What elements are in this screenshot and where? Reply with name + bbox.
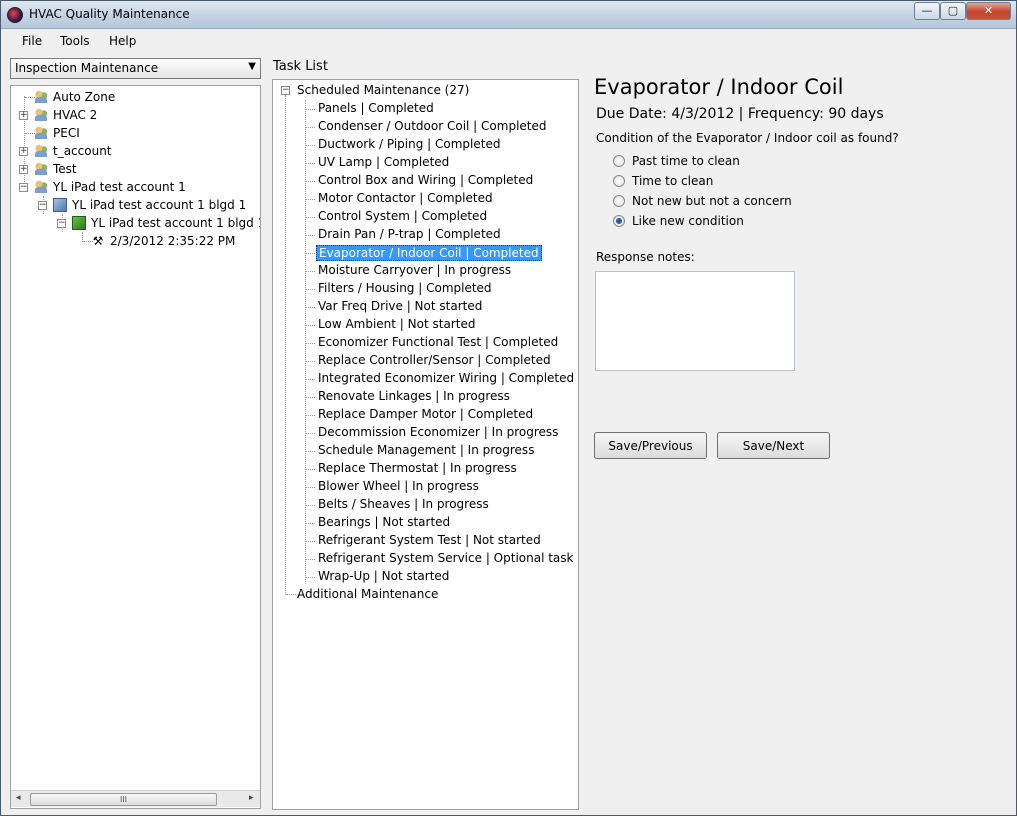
minimize-button[interactable]: — xyxy=(914,2,940,20)
save-previous-button[interactable]: Save/Previous xyxy=(594,432,707,459)
task-due-frequency: Due Date: 4/3/2012 | Frequency: 90 days xyxy=(596,106,884,122)
task-item[interactable]: Condenser / Outdoor Coil | Completed xyxy=(316,119,549,135)
people-icon xyxy=(34,162,48,176)
task-title: Evaporator / Indoor Coil xyxy=(594,75,844,99)
task-item[interactable]: Decommission Economizer | In progress xyxy=(316,425,560,441)
task-item[interactable]: Wrap-Up | Not started xyxy=(316,569,451,585)
tree-node-label[interactable]: PECI xyxy=(53,126,80,142)
menu-file[interactable]: File xyxy=(22,34,42,48)
response-notes-input[interactable] xyxy=(595,271,795,371)
task-item[interactable]: Low Ambient | Not started xyxy=(316,317,477,333)
task-item[interactable]: Replace Damper Motor | Completed xyxy=(316,407,535,423)
task-item[interactable]: Refrigerant System Test | Not started xyxy=(316,533,543,549)
radio-label: Like new condition xyxy=(632,214,744,228)
task-item[interactable]: Blower Wheel | In progress xyxy=(316,479,481,495)
task-item[interactable]: Var Freq Drive | Not started xyxy=(316,299,484,315)
mode-select[interactable]: Inspection Maintenance ▼ xyxy=(10,58,261,79)
task-item[interactable]: Control System | Completed xyxy=(316,209,489,225)
collapse-icon[interactable]: − xyxy=(38,201,47,210)
tree-node-label[interactable]: Test xyxy=(53,162,77,178)
chevron-down-icon: ▼ xyxy=(248,61,256,72)
task-item[interactable]: Panels | Completed xyxy=(316,101,436,117)
task-item[interactable]: Schedule Management | In progress xyxy=(316,443,536,459)
radio-button[interactable] xyxy=(613,155,625,167)
task-item[interactable]: Belts / Sheaves | In progress xyxy=(316,497,491,513)
radio-label: Past time to clean xyxy=(632,154,740,168)
task-item[interactable]: Ductwork / Piping | Completed xyxy=(316,137,502,153)
scroll-left-icon[interactable]: ◂ xyxy=(16,793,21,803)
people-icon xyxy=(34,90,48,104)
condition-question: Condition of the Evaporator / Indoor coi… xyxy=(596,131,899,145)
task-item[interactable]: Filters / Housing | Completed xyxy=(316,281,494,297)
save-next-button[interactable]: Save/Next xyxy=(717,432,830,459)
people-icon xyxy=(34,108,48,122)
task-root-additional[interactable]: Additional Maintenance xyxy=(297,587,438,603)
window-title: HVAC Quality Maintenance xyxy=(29,7,190,21)
task-item[interactable]: Replace Controller/Sensor | Completed xyxy=(316,353,553,369)
collapse-icon[interactable]: − xyxy=(57,219,66,228)
close-button[interactable]: ✕ xyxy=(966,2,1011,20)
radio-button[interactable] xyxy=(613,215,625,227)
task-item[interactable]: Evaporator / Indoor Coil | Completed xyxy=(316,245,542,261)
menu-help[interactable]: Help xyxy=(109,34,136,48)
task-item[interactable]: Moisture Carryover | In progress xyxy=(316,263,513,279)
tree-node-label[interactable]: HVAC 2 xyxy=(53,108,97,124)
radio-button[interactable] xyxy=(613,175,625,187)
account-tree: Auto Zone + HVAC 2 PECI + t_account + Test − YL i… xyxy=(10,85,261,809)
people-icon xyxy=(34,126,48,140)
tree-node-label[interactable]: YL iPad test account 1 blgd 1 R xyxy=(91,216,260,232)
task-item[interactable]: Replace Thermostat | In progress xyxy=(316,461,519,477)
tree-node-label[interactable]: YL iPad test account 1 xyxy=(53,180,186,196)
mode-select-value: Inspection Maintenance xyxy=(15,61,159,75)
maximize-button[interactable]: ▢ xyxy=(940,2,966,20)
people-icon xyxy=(34,144,48,158)
task-item[interactable]: Renovate Linkages | In progress xyxy=(316,389,512,405)
app-window: HVAC Quality Maintenance — ▢ ✕ File Tool… xyxy=(0,0,1017,816)
title-bar[interactable]: HVAC Quality Maintenance — ▢ ✕ xyxy=(1,1,1016,29)
collapse-icon[interactable]: − xyxy=(19,183,28,192)
building-icon xyxy=(53,198,67,212)
task-item[interactable]: Drain Pan / P-trap | Completed xyxy=(316,227,503,243)
task-root-scheduled[interactable]: Scheduled Maintenance (27) xyxy=(297,83,469,99)
tree-node-label[interactable]: 2/3/2012 2:35:22 PM xyxy=(110,234,235,250)
task-item[interactable]: Control Box and Wiring | Completed xyxy=(316,173,535,189)
task-item[interactable]: Economizer Functional Test | Completed xyxy=(316,335,560,351)
tree-horizontal-scrollbar[interactable]: ◂ III ▸ xyxy=(11,790,260,807)
expand-icon[interactable]: + xyxy=(19,165,28,174)
expand-icon[interactable]: + xyxy=(19,111,28,120)
scrollbar-thumb[interactable]: III xyxy=(30,793,217,806)
tree-node-label[interactable]: YL iPad test account 1 blgd 1 xyxy=(72,198,246,214)
task-item[interactable]: Refrigerant System Service | Optional ta… xyxy=(316,551,575,567)
task-item[interactable]: Integrated Economizer Wiring | Completed xyxy=(316,371,576,387)
collapse-icon[interactable]: − xyxy=(281,86,290,95)
task-item[interactable]: UV Lamp | Completed xyxy=(316,155,451,171)
task-item[interactable]: Bearings | Not started xyxy=(316,515,452,531)
response-notes-label: Response notes: xyxy=(596,250,695,264)
expand-icon[interactable]: + xyxy=(19,147,28,156)
radio-label: Not new but not a concern xyxy=(632,194,792,208)
people-icon xyxy=(34,180,48,194)
tree-node-label[interactable]: t_account xyxy=(53,144,112,160)
menu-tools[interactable]: Tools xyxy=(60,34,90,48)
tools-icon: ⚒ xyxy=(92,234,104,248)
task-list-heading: Task List xyxy=(273,59,328,74)
radio-label: Time to clean xyxy=(632,174,714,188)
tree-node-label[interactable]: Auto Zone xyxy=(53,90,115,106)
app-logo-icon xyxy=(7,7,23,23)
radio-button[interactable] xyxy=(613,195,625,207)
task-list-tree: − Scheduled Maintenance (27) Panels | Co… xyxy=(272,79,579,810)
task-item[interactable]: Motor Contactor | Completed xyxy=(316,191,495,207)
cube-icon xyxy=(72,216,86,230)
scroll-right-icon[interactable]: ▸ xyxy=(249,793,254,803)
